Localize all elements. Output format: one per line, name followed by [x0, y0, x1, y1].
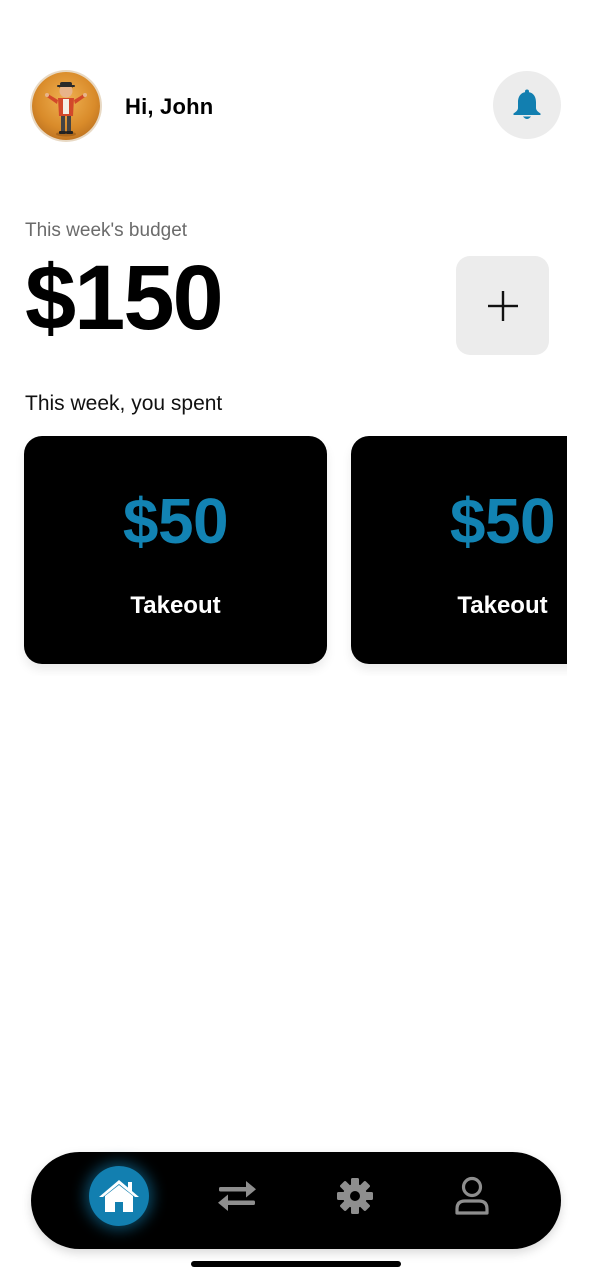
card-amount: $50: [122, 485, 229, 557]
bottom-nav: [31, 1152, 561, 1249]
budget-label: This week's budget: [25, 220, 188, 241]
nav-profile[interactable]: [442, 1166, 502, 1226]
avatar[interactable]: [32, 72, 100, 140]
spending-card[interactable]: $50 Takeout: [351, 436, 567, 664]
spending-cards[interactable]: $50 Takeout $50 Takeout: [0, 436, 567, 676]
card-amount: $50: [449, 485, 556, 557]
budget-amount: $150: [25, 247, 224, 349]
notifications-button[interactable]: [493, 71, 561, 139]
transfer-icon: [218, 1181, 256, 1211]
card-category: Takeout: [130, 592, 221, 619]
nav-home[interactable]: [89, 1166, 149, 1226]
spending-card[interactable]: $50 Takeout: [24, 436, 327, 664]
home-icon: [99, 1180, 139, 1212]
card-category: Takeout: [457, 592, 548, 619]
bell-icon: [513, 89, 541, 119]
add-budget-button[interactable]: [456, 256, 549, 355]
header: Hi, John: [30, 70, 561, 142]
plus-icon: [487, 290, 518, 321]
nav-settings[interactable]: [325, 1166, 385, 1226]
gear-icon: [337, 1178, 373, 1214]
greeting: Hi, John: [125, 94, 214, 119]
home-indicator: [191, 1261, 401, 1267]
spent-label: This week, you spent: [25, 392, 223, 415]
user-avatar-illustration: [45, 82, 87, 137]
profile-icon: [455, 1176, 489, 1215]
nav-transfer[interactable]: [207, 1166, 267, 1226]
